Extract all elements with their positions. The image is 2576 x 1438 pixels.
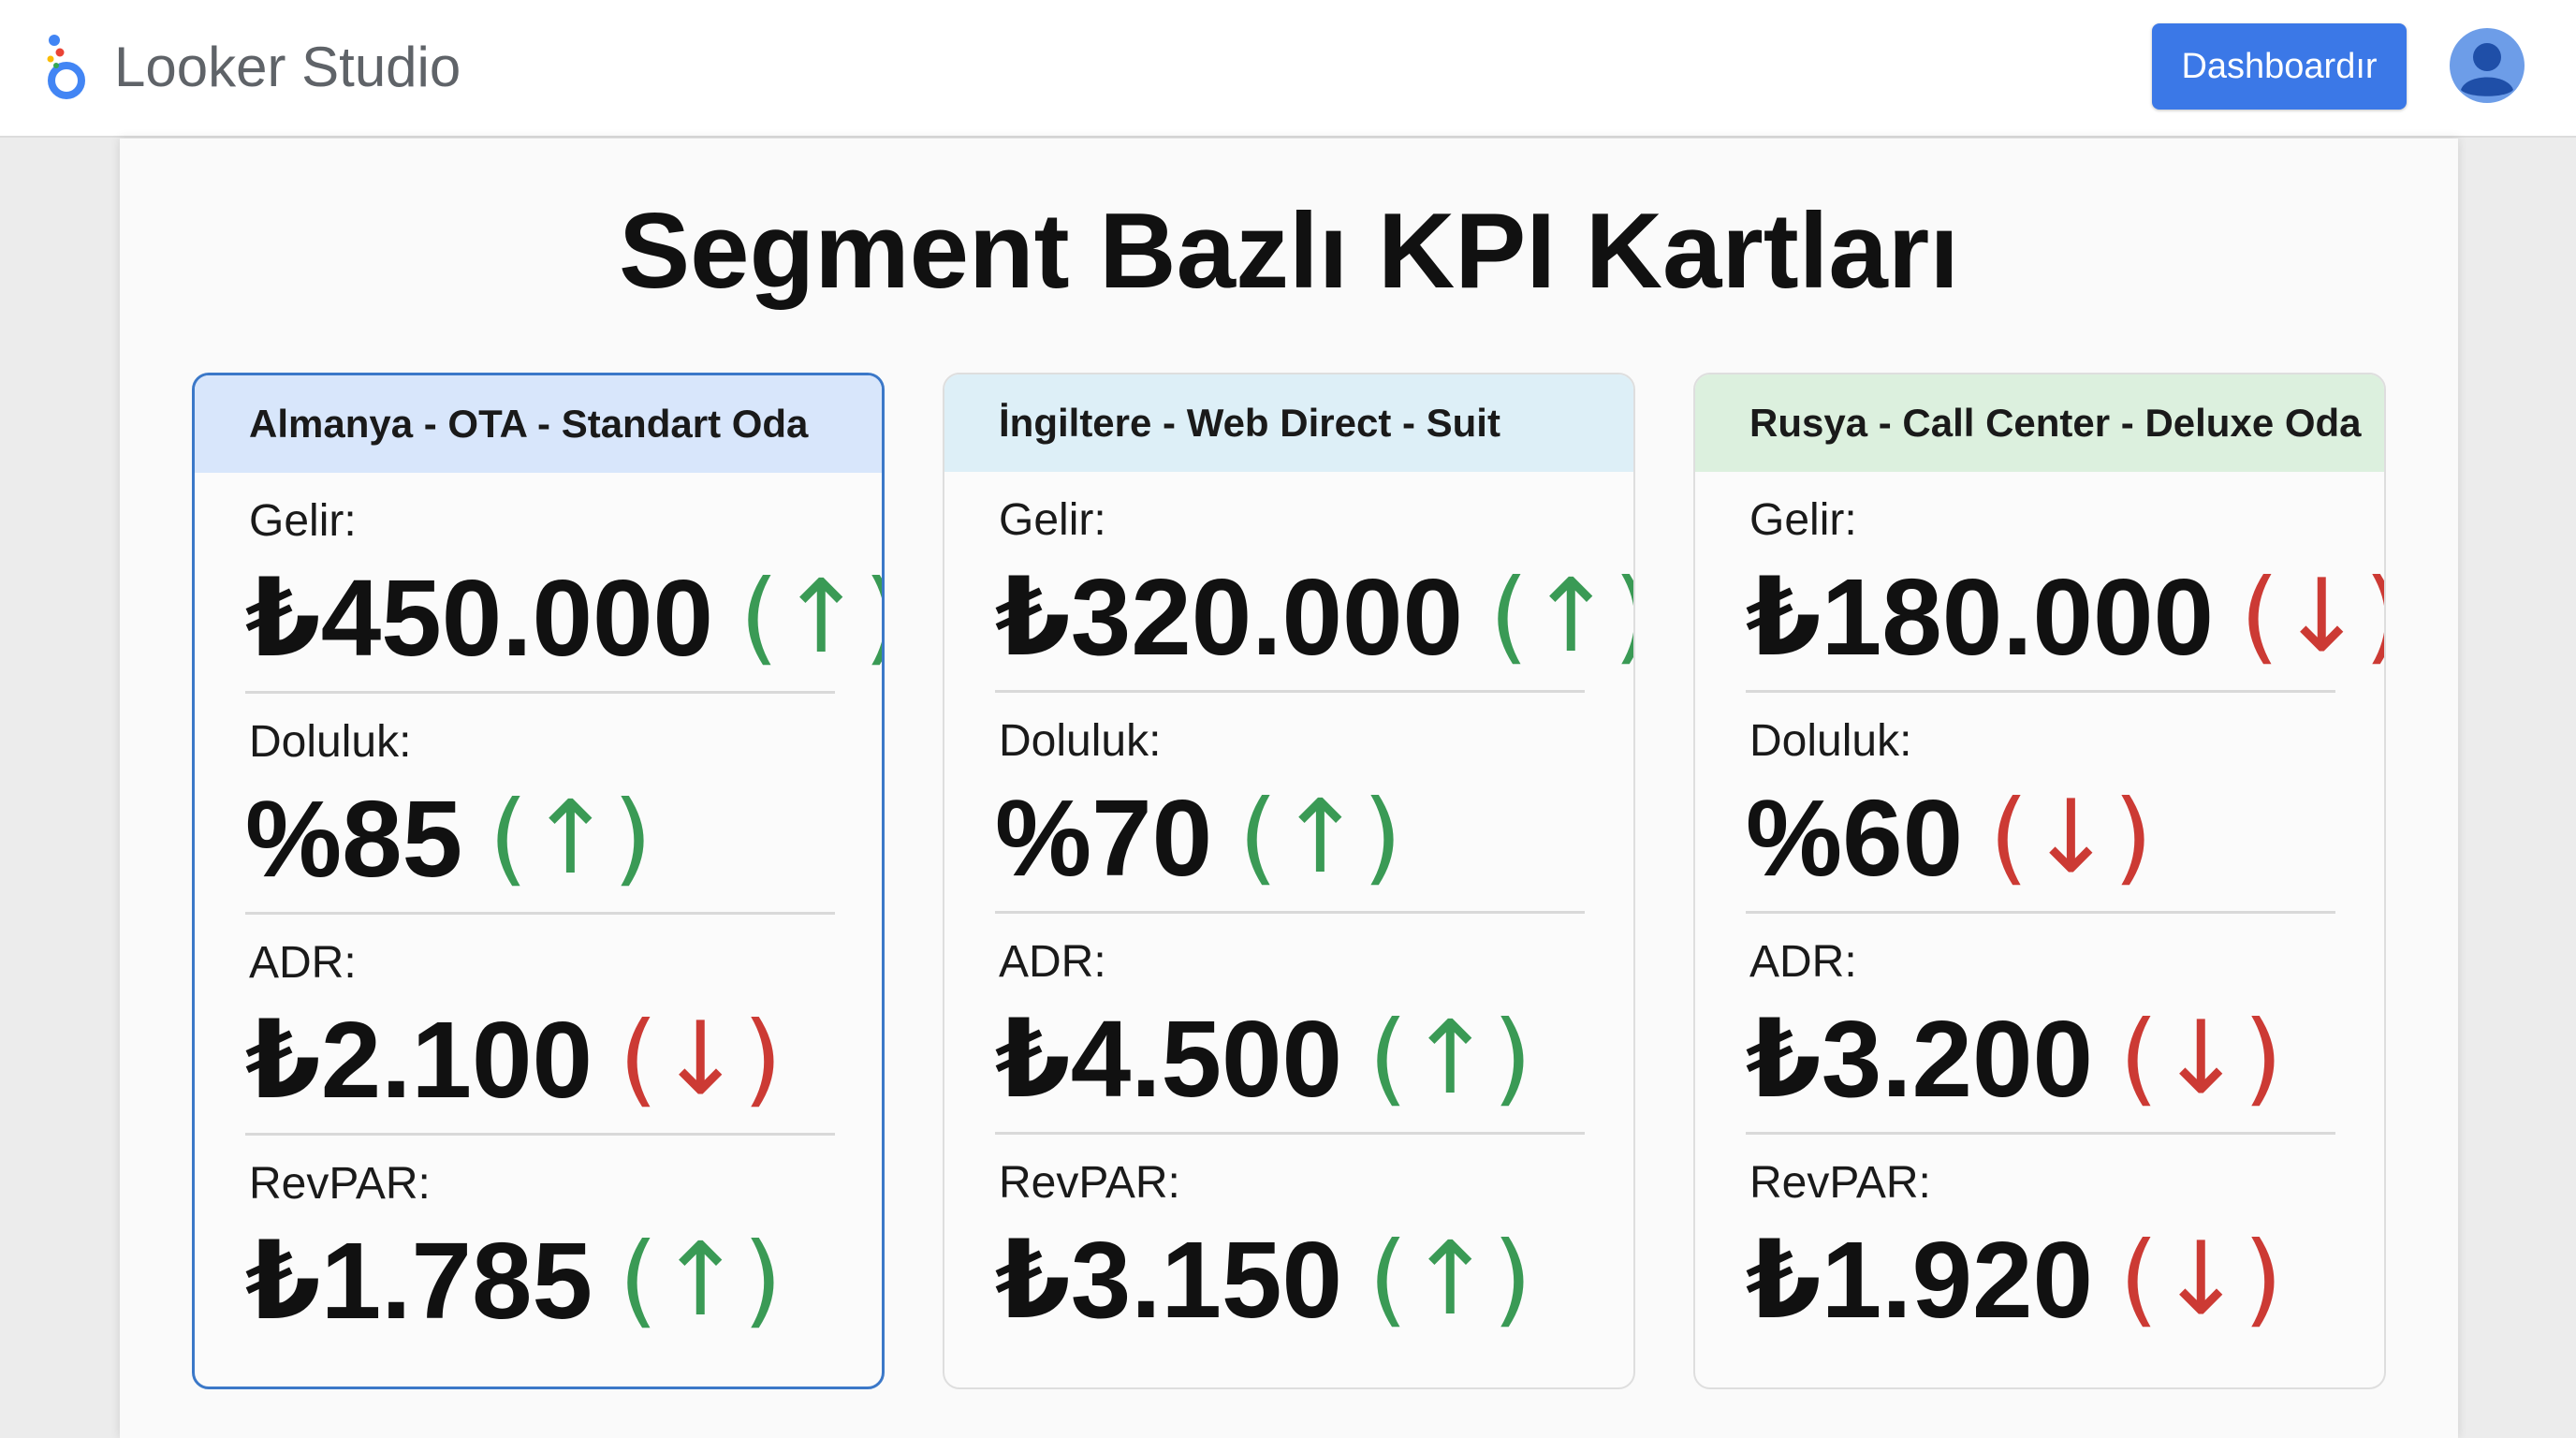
metric-value: ₺320.000 [995,556,1464,678]
metric-revpar: RevPAR: ₺1.785 (↑) [245,1136,835,1357]
metric-value: ₺3.150 [995,1219,1342,1341]
metric-adr: ADR: ₺2.100 (↓) [245,915,835,1136]
metric-value: %60 [1746,777,1964,899]
metric-value: ₺450.000 [245,557,714,679]
metric-label: ADR: [249,938,357,988]
metric-value: ₺3.200 [1746,998,2093,1120]
app-title: Looker Studio [114,36,461,98]
metric-label: RevPAR: [249,1159,431,1209]
metric-value: ₺4.500 [995,998,1342,1120]
metric-value: ₺180.000 [1746,556,2215,678]
trend-indicator-icon: (↑) [1368,1000,1532,1117]
trend-indicator-icon: (↑) [619,1222,783,1339]
metric-value: ₺1.920 [1746,1219,2093,1341]
trend-indicator-icon: (↓) [2119,1221,2283,1338]
trend-indicator-icon: (↑) [1368,1221,1532,1338]
trend-indicator-icon: (↑) [489,780,652,897]
metric-label: ADR: [1749,937,1857,987]
kpi-card-rusya[interactable]: Rusya - Call Center - Deluxe Oda Gelir: … [1693,373,2386,1389]
kpi-card-ingiltere[interactable]: İngiltere - Web Direct - Suit Gelir: ₺32… [943,373,1635,1389]
metric-label: ADR: [999,937,1106,987]
metric-label: Gelir: [999,495,1106,545]
metric-label: Gelir: [249,496,357,546]
trend-indicator-icon: (↓) [2119,1000,2283,1117]
metric-value: ₺2.100 [245,999,593,1121]
card-header: İngiltere - Web Direct - Suit [944,374,1633,472]
card-header: Rusya - Call Center - Deluxe Oda [1695,374,2384,472]
metric-label: Gelir: [1749,495,1857,545]
trend-indicator-icon: (↑) [1238,779,1402,896]
metric-adr: ADR: ₺4.500 (↑) [995,914,1585,1135]
metric-revpar: RevPAR: ₺3.150 (↑) [995,1135,1585,1356]
metric-value: ₺1.785 [245,1220,593,1342]
user-avatar-icon[interactable] [2450,28,2525,103]
report-canvas: Segment Bazlı KPI Kartları Almanya - OTA… [120,139,2458,1438]
trend-indicator-icon: (↑) [739,559,882,676]
metric-gelir: Gelir: ₺450.000 (↑) [245,473,882,694]
dashboard-button[interactable]: Dashboardır [2152,23,2407,110]
metric-adr: ADR: ₺3.200 (↓) [1746,914,2335,1135]
kpi-card-almanya[interactable]: Almanya - OTA - Standart Oda Gelir: ₺450… [192,373,885,1389]
trend-indicator-icon: (↑) [1489,558,1633,675]
trend-indicator-icon: (↓) [619,1001,783,1118]
metric-label: Doluluk: [999,716,1162,766]
metric-label: RevPAR: [999,1158,1180,1208]
card-header: Almanya - OTA - Standart Oda [195,375,882,473]
metric-doluluk: Doluluk: %70 (↑) [995,693,1585,914]
metric-doluluk: Doluluk: %60 (↓) [1746,693,2335,914]
metric-value: %70 [995,777,1213,899]
metric-label: Doluluk: [1749,716,1912,766]
trend-indicator-icon: (↓) [2240,558,2384,675]
page-title: Segment Bazlı KPI Kartları [619,192,1959,311]
metric-label: RevPAR: [1749,1158,1931,1208]
top-app-bar: Looker Studio Dashboardır [0,0,2576,138]
metric-revpar: RevPAR: ₺1.920 (↓) [1746,1135,2335,1356]
trend-indicator-icon: (↓) [1989,779,2153,896]
metric-value: %85 [245,778,463,900]
looker-studio-logo-icon[interactable] [41,32,88,101]
metric-doluluk: Doluluk: %85 (↑) [245,694,835,915]
metric-label: Doluluk: [249,717,412,767]
metric-gelir: Gelir: ₺320.000 (↑) [995,472,1633,693]
metric-gelir: Gelir: ₺180.000 (↓) [1746,472,2384,693]
